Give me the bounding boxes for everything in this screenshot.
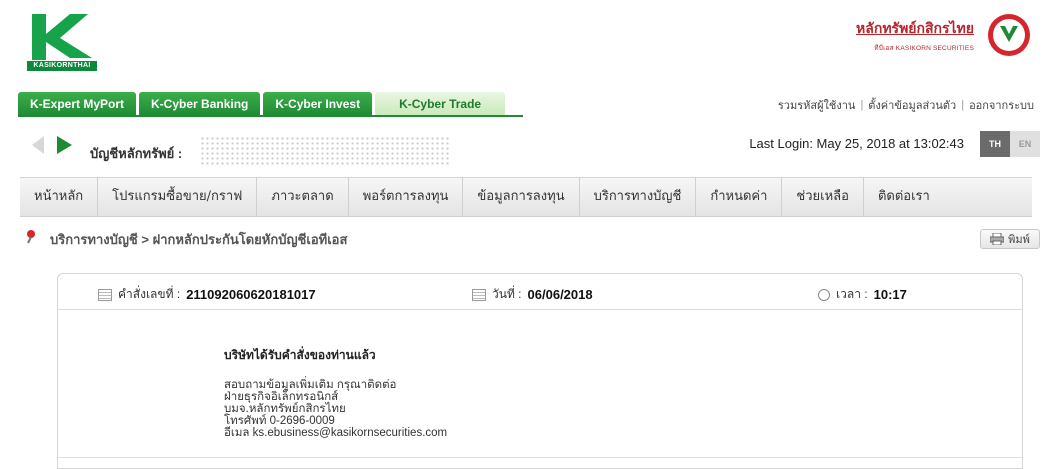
message-line: ฝ่ายธุรกิจอิเล็กทรอนิกส์ (224, 391, 339, 403)
nav-account-services[interactable]: บริการทางบัญชี (580, 177, 697, 217)
tab-k-cyber-invest[interactable]: K-Cyber Invest (263, 92, 373, 116)
pin-icon (27, 230, 35, 244)
order-header: คำสั่งเลขที่ : 211092060620181017 วันที่… (58, 274, 1022, 310)
confirmation-panel: คำสั่งเลขที่ : 211092060620181017 วันที่… (57, 273, 1023, 469)
next-account-icon[interactable] (57, 136, 72, 154)
tab-k-cyber-banking[interactable]: K-Cyber Banking (139, 92, 261, 116)
print-button[interactable]: พิมพ์ (980, 229, 1040, 249)
nav-trading-program[interactable]: โปรแกรมซื้อขาย/กราฟ (98, 177, 258, 217)
brand-subtitle: ทีบีเอส KASIKORN SECURITIES (874, 45, 974, 52)
tabs-underline (18, 115, 523, 117)
order-number-label: คำสั่งเลขที่ : (118, 287, 181, 301)
document-icon (98, 288, 112, 301)
account-selector[interactable] (200, 136, 450, 166)
product-tabs: K-Expert MyPort K-Cyber Banking K-Cyber … (18, 92, 506, 116)
divider: | (860, 99, 864, 111)
message-line: บมจ.หลักทรัพย์กสิกรไทย (224, 403, 346, 415)
nav-market[interactable]: ภาวะตลาด (257, 177, 349, 217)
message-line: สอบถามข้อมูลเพิ่มเติม กรุณาติดต่อ (224, 379, 397, 391)
account-label: บัญชีหลักทรัพย์ : (90, 146, 183, 161)
top-links: รวมรหัสผู้ใช้งาน | ตั้งค่าข้อมูลส่วนตัว … (778, 96, 1034, 114)
nav-settings[interactable]: กำหนดค่า (696, 177, 783, 217)
confirmation-message: บริษัทได้รับคำสั่งของท่านแล้ว สอบถามข้อม… (224, 346, 447, 439)
order-number-value: 211092060620181017 (186, 287, 316, 302)
print-label: พิมพ์ (1008, 234, 1030, 246)
kasikorn-securities-icon (988, 14, 1030, 56)
main-nav: หน้าหลัก โปรแกรมซื้อขาย/กราฟ ภาวะตลาด พอ… (20, 177, 1032, 217)
nav-home[interactable]: หน้าหลัก (20, 177, 99, 217)
lang-en-button[interactable]: EN (1010, 131, 1040, 157)
nav-help[interactable]: ช่วยเหลือ (782, 177, 864, 217)
last-login: Last Login: May 25, 2018 at 13:02:43 (749, 136, 964, 151)
link-profile-settings[interactable]: ตั้งค่าข้อมูลส่วนตัว (868, 96, 956, 114)
calendar-icon (472, 288, 486, 301)
message-line: โทรศัพท์ 0-2696-0009 (224, 415, 335, 427)
clock-icon (818, 288, 830, 301)
order-date-label: วันที่ : (492, 287, 522, 301)
brand: หลักทรัพย์กสิกรไทย ทีบีเอส KASIKORN SECU… (856, 18, 974, 53)
order-time-value: 10:17 (873, 287, 907, 302)
nav-portfolio[interactable]: พอร์ตการลงทุน (349, 177, 464, 217)
order-date: วันที่ : 06/06/2018 (472, 285, 593, 304)
order-time: เวลา : 10:17 (818, 285, 907, 304)
order-date-value: 06/06/2018 (527, 287, 593, 302)
link-combine-users[interactable]: รวมรหัสผู้ใช้งาน (778, 96, 856, 114)
previous-account-icon[interactable] (32, 136, 44, 154)
breadcrumb: บริการทางบัญชี > ฝากหลักประกันโดยหักบัญช… (50, 232, 348, 247)
nav-investment-info[interactable]: ข้อมูลการลงทุน (463, 177, 580, 217)
message-email: อีเมล ks.ebusiness@kasikornsecurities.co… (224, 427, 448, 439)
tab-k-expert-myport[interactable]: K-Expert MyPort (18, 92, 137, 116)
lang-th-button[interactable]: TH (980, 131, 1010, 157)
order-number: คำสั่งเลขที่ : 211092060620181017 (98, 285, 316, 304)
message-title: บริษัทได้รับคำสั่งของท่านแล้ว (224, 348, 376, 362)
brand-name: หลักทรัพย์กสิกรไทย (856, 21, 974, 37)
printer-icon (990, 233, 1005, 245)
order-time-label: เวลา : (836, 287, 868, 301)
divider: | (961, 99, 965, 111)
logo-text: KASIKORNTHAI (27, 61, 97, 71)
tab-k-cyber-trade[interactable]: K-Cyber Trade (375, 92, 506, 116)
divider (58, 457, 1022, 458)
nav-contact[interactable]: ติดต่อเรา (864, 177, 944, 217)
link-logout[interactable]: ออกจากระบบ (969, 96, 1034, 114)
